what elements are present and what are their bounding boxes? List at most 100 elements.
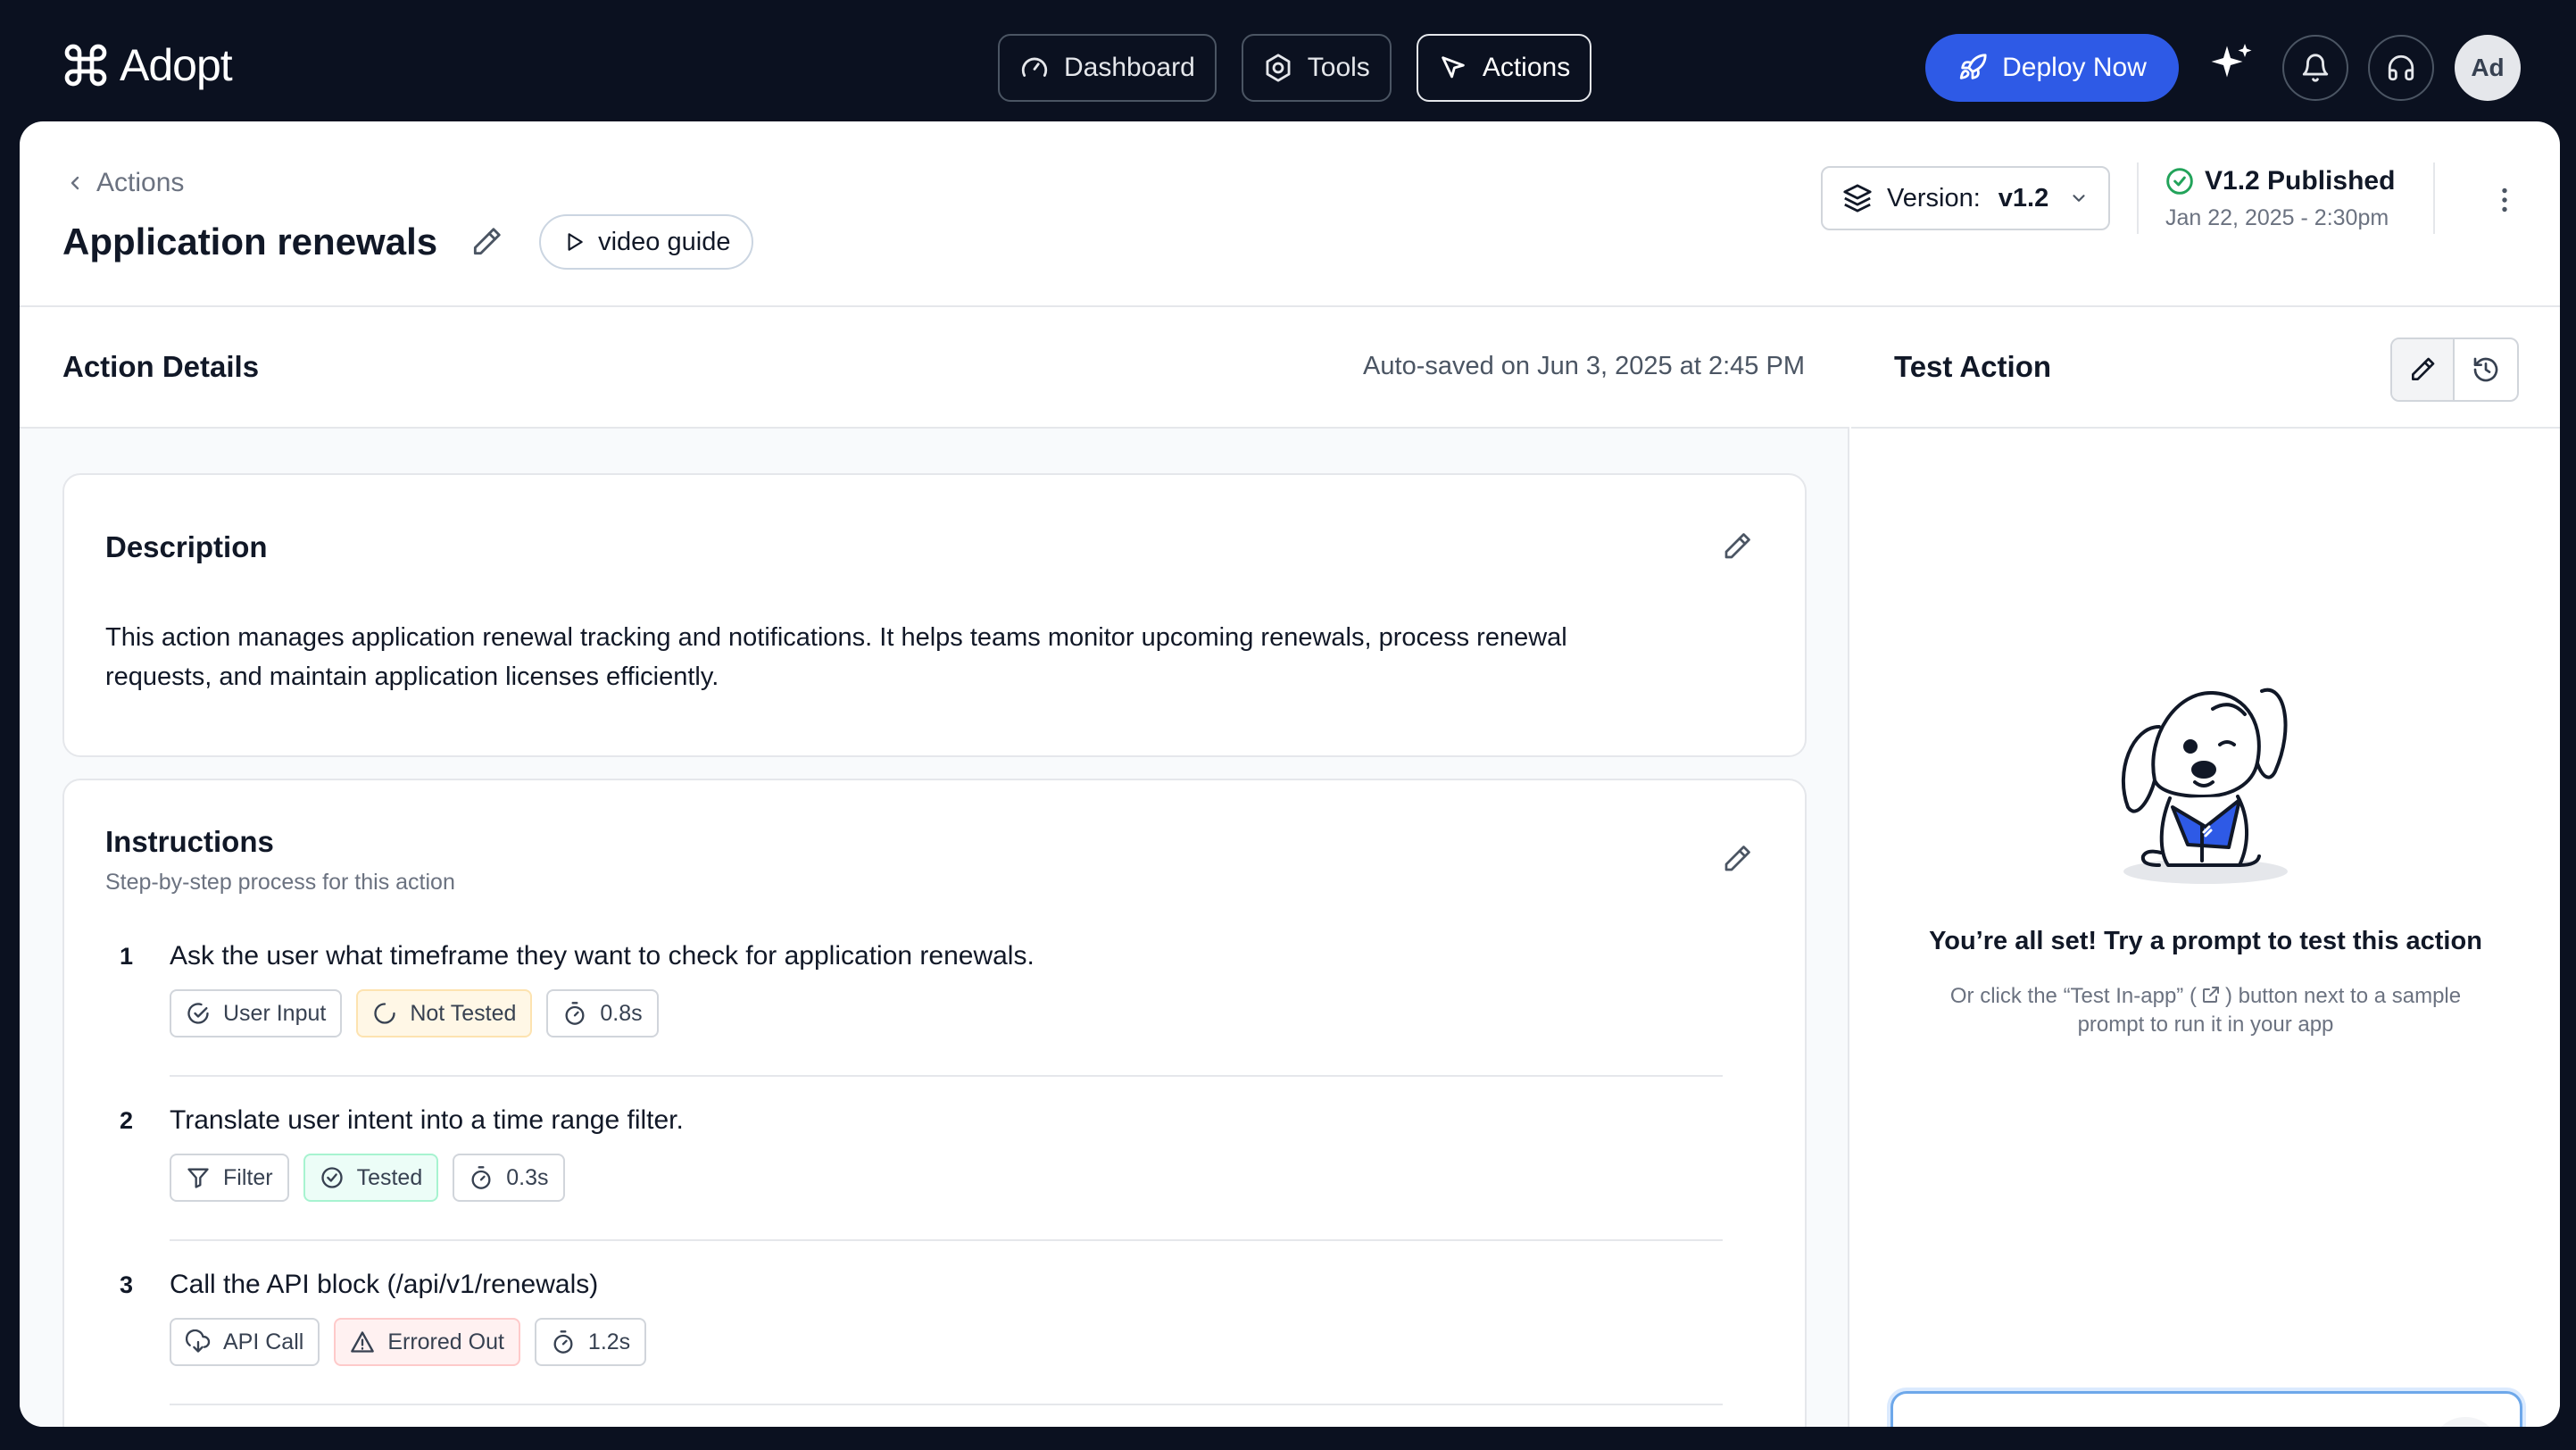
app-name: Adopt: [120, 40, 233, 90]
edit-instructions-pencil-icon[interactable]: [1721, 843, 1753, 875]
nav-actions[interactable]: Actions: [1416, 34, 1592, 102]
cursor-icon: [1442, 56, 1465, 79]
top-bar: Adopt Dashboard Tools Actions Deploy Now…: [0, 0, 2576, 121]
step-time-chip: 0.3s: [453, 1154, 565, 1202]
nav-tools-label: Tools: [1307, 53, 1370, 82]
step-time-label: 0.3s: [506, 1164, 549, 1190]
app-logo[interactable]: Adopt: [61, 39, 233, 91]
prompt-input[interactable]: [1915, 1424, 2414, 1427]
deploy-now-button[interactable]: Deploy Now: [1925, 34, 2179, 102]
nav-dashboard[interactable]: Dashboard: [998, 34, 1217, 102]
step-type-chip: API Call: [170, 1318, 320, 1366]
step-type-chip: User Input: [170, 989, 343, 1038]
notifications-button[interactable]: [2282, 35, 2348, 101]
step-text: Call the API block (/api/v1/renewals): [170, 1270, 599, 1299]
instructions-title: Instructions: [105, 825, 274, 858]
step-status-label: Not Tested: [410, 1000, 517, 1026]
step-status-chip: Errored Out: [334, 1318, 520, 1366]
step-number: 1: [120, 943, 134, 970]
step-divider: [170, 1239, 1723, 1241]
divider: [2433, 162, 2435, 234]
description-card: Description This action manages applicat…: [62, 473, 1807, 757]
step-type-label: API Call: [223, 1329, 304, 1354]
step-status-chip: Tested: [303, 1154, 439, 1202]
step-status-label: Tested: [356, 1164, 423, 1190]
external-link-icon: [2202, 987, 2219, 1003]
page-header: Actions Application renewals video guide…: [20, 121, 2560, 307]
hexagon-gear-icon: [1266, 54, 1291, 82]
action-details-pane: Action Details Auto-saved on Jun 3, 2025…: [20, 307, 1849, 1427]
edit-description-pencil-icon[interactable]: [1721, 530, 1753, 562]
step-time-label: 0.8s: [600, 1000, 643, 1026]
step-text: Translate user intent into a time range …: [170, 1105, 684, 1135]
test-action-pane: Test Action You’re all set! Try a prompt…: [1851, 307, 2560, 1427]
command-logo-icon: [64, 44, 107, 87]
breadcrumb-label: Actions: [96, 168, 185, 197]
empty-state-subtitle-before: Or click the “Test In-app” (: [1949, 984, 2197, 1008]
test-action-title: Test Action: [1894, 350, 2052, 383]
layers-icon: [1843, 184, 1872, 212]
main-panel: Actions Application renewals video guide…: [20, 121, 2560, 1427]
user-avatar[interactable]: Ad: [2455, 35, 2521, 101]
chevron-left-icon: [71, 176, 79, 190]
gauge-icon: [1021, 57, 1048, 77]
edit-mode-button[interactable]: [2392, 339, 2455, 400]
edit-title-pencil-icon[interactable]: [469, 225, 503, 259]
step-number: 3: [120, 1271, 134, 1298]
step-time-label: 1.2s: [587, 1329, 631, 1354]
step-status-chip: Not Tested: [356, 989, 533, 1038]
webhook-icon: [186, 1329, 211, 1353]
version-select[interactable]: Version: v1.2: [1821, 166, 2110, 230]
step-status-label: Errored Out: [387, 1329, 504, 1354]
description-title: Description: [105, 530, 268, 563]
action-details-header: Action Details Auto-saved on Jun 3, 2025…: [20, 307, 1849, 429]
more-vertical-icon[interactable]: [2489, 184, 2521, 216]
send-button[interactable]: [2431, 1417, 2500, 1427]
step-type-label: Filter: [223, 1164, 273, 1190]
test-mode-toggle: [2390, 338, 2519, 402]
ai-sparkle-icon[interactable]: [2205, 39, 2258, 93]
video-guide-button[interactable]: video guide: [539, 214, 754, 270]
breadcrumb-back[interactable]: Actions: [64, 168, 184, 198]
page-title: Application renewals: [62, 221, 438, 262]
published-date: Jan 22, 2025 - 2:30pm: [2165, 205, 2389, 230]
filter-icon: [187, 1168, 209, 1188]
step-divider: [170, 1404, 1723, 1405]
version-value: v1.2: [1998, 183, 2049, 212]
support-button[interactable]: [2368, 35, 2434, 101]
step-text: Ask the user what timeframe they want to…: [170, 941, 1035, 971]
prompt-box: [1890, 1391, 2522, 1427]
nav-actions-label: Actions: [1482, 53, 1571, 82]
stopwatch-icon: [471, 1166, 491, 1189]
check-circle-icon: [2166, 168, 2193, 195]
instructions-card: Instructions Step-by-step process for th…: [62, 779, 1807, 1427]
nav-dashboard-label: Dashboard: [1064, 53, 1195, 82]
version-label: Version:: [1887, 183, 1981, 212]
title-row: Application renewals video guide: [62, 214, 754, 270]
rocket-icon: [1959, 54, 1987, 79]
step-time-chip: 1.2s: [534, 1318, 647, 1366]
divider: [2137, 162, 2139, 234]
deploy-now-label: Deploy Now: [2002, 53, 2147, 82]
history-button[interactable]: [2455, 339, 2517, 400]
step-type-label: User Input: [223, 1000, 327, 1026]
stopwatch-icon: [565, 1002, 585, 1025]
publish-status: V1.2 Published Jan 22, 2025 - 2:30pm: [2165, 166, 2395, 231]
check-circle-icon: [320, 1167, 343, 1188]
step-time-chip: 0.8s: [546, 989, 659, 1038]
empty-state-subtitle: Or click the “Test In-app” () button nex…: [1940, 982, 2471, 1039]
nav-tools[interactable]: Tools: [1241, 34, 1392, 102]
puppy-mascot-illustration: [2121, 688, 2288, 884]
stopwatch-icon: [553, 1330, 573, 1354]
loader-icon: [374, 1003, 396, 1024]
action-details-title: Action Details: [62, 350, 260, 383]
instructions-subtitle: Step-by-step process for this action: [105, 870, 455, 895]
warning-triangle-icon: [351, 1331, 375, 1353]
test-action-header: Test Action: [1851, 307, 2560, 429]
step-type-chip: Filter: [170, 1154, 289, 1202]
play-icon: [568, 233, 583, 251]
video-guide-label: video guide: [598, 227, 731, 256]
step-number: 2: [120, 1107, 134, 1134]
chevron-down-icon: [2073, 195, 2085, 202]
step-divider: [170, 1075, 1723, 1077]
